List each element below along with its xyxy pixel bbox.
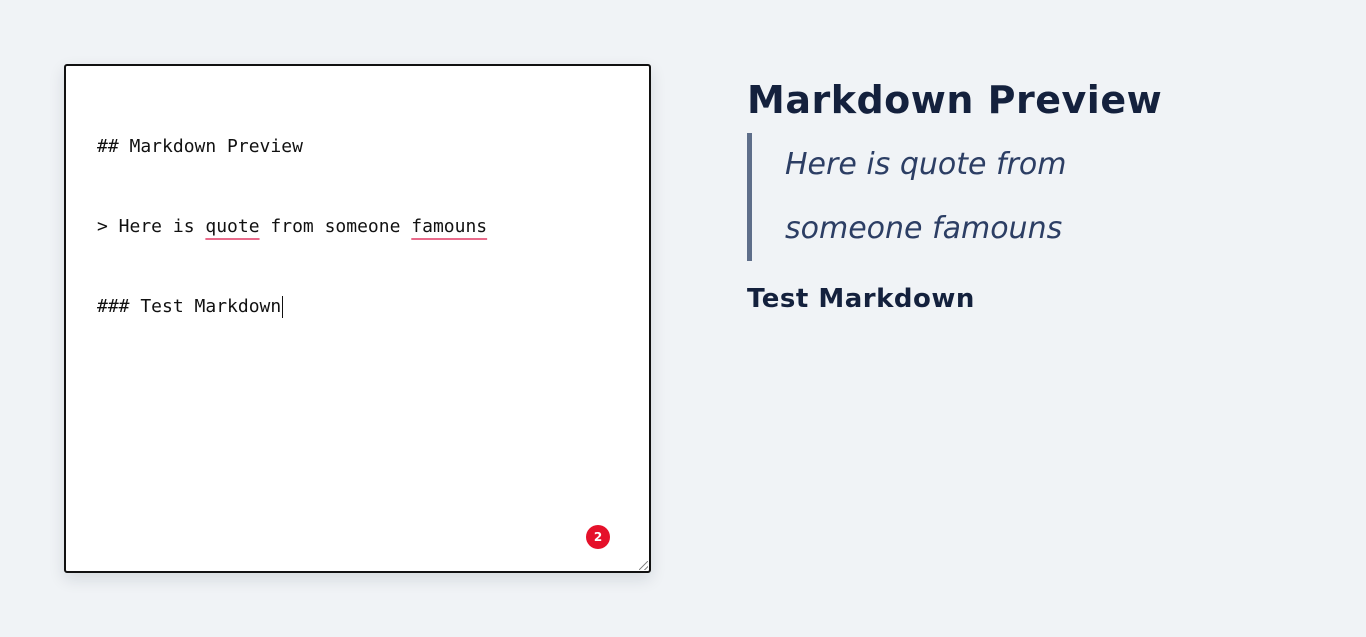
editor-line-2: > Here is quote from someone famouns [97,208,487,246]
editor-line-2-middle: from someone [259,216,412,237]
markdown-preview: Markdown Preview Here is quote from some… [747,75,1307,319]
misspelled-word-quote[interactable]: quote [205,213,259,241]
editor-line-1: ## Markdown Preview [97,128,487,166]
editor-line-1-text: ## Markdown Preview [97,136,303,157]
spellcheck-error-badge[interactable]: 2 [586,525,610,549]
text-caret [282,296,284,318]
preview-blockquote: Here is quote from someone famouns [747,133,1195,261]
editor-line-3: ### Test Markdown [97,288,487,326]
editor-line-2-prefix: > Here is [97,216,206,237]
preview-heading-2: Markdown Preview [747,78,1163,122]
editor-content[interactable]: ## Markdown Preview > Here is quote from… [97,86,487,368]
markdown-editor[interactable]: ## Markdown Preview > Here is quote from… [64,64,651,573]
editor-line-3-text: ### Test Markdown [97,296,282,317]
resize-handle-icon[interactable] [639,561,648,570]
misspelled-word-famouns[interactable]: famouns [411,213,487,241]
preview-heading-3: Test Markdown [747,284,975,314]
